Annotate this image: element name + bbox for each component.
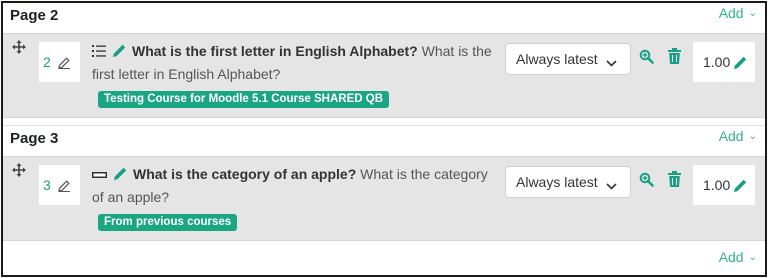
edit-question-icon[interactable] [113,166,128,185]
add-label: Add [718,5,744,21]
move-icon[interactable] [12,40,26,59]
question-slot: 3 What is the category of an apple? What… [3,156,765,241]
question-bank-badge: From previous courses [98,214,238,231]
multiple-choice-icon [92,43,106,61]
footer-add-row: Add ⌄ [3,243,765,269]
page-title: Page 2 [10,7,59,24]
question-slot: 2 What is the first letter in English Al… [3,33,765,118]
question-text-continued: first letter in English Alphabet? [92,66,281,82]
page-header-page-3: Page 3 Add ⌄ [3,125,765,152]
question-name[interactable]: What is the first letter in English Alph… [132,43,418,59]
trash-icon[interactable] [668,48,681,69]
page-header-page-2: Page 2 Add ⌄ [3,3,765,29]
preview-icon[interactable] [639,49,654,69]
add-label: Add [718,128,744,144]
chevron-down-icon [606,54,617,70]
chevron-down-icon: ⌄ [748,131,757,142]
move-icon[interactable] [12,163,26,182]
edit-number-icon[interactable] [57,179,71,196]
max-mark-box[interactable]: 1.00 [693,165,755,205]
question-text-continued: of an apple? [92,189,170,205]
add-label: Add [718,249,744,265]
add-menu-button[interactable]: Add ⌄ [719,5,757,21]
quiz-structure-panel: Page 2 Add ⌄ 2 What is the first letter i… [1,1,767,277]
page-title: Page 3 [10,130,59,147]
edit-mark-icon[interactable] [733,55,748,73]
max-mark: 1.00 [703,177,731,193]
question-text: What is the category [360,166,488,182]
version-value: Always latest [516,174,598,190]
add-menu-button[interactable]: Add ⌄ [719,249,757,265]
chevron-down-icon [606,177,617,193]
slot-number-box[interactable]: 3 [39,165,80,205]
slot-number: 2 [43,54,51,70]
version-value: Always latest [516,51,598,67]
add-menu-button[interactable]: Add ⌄ [719,128,757,144]
max-mark: 1.00 [703,54,731,70]
edit-number-icon[interactable] [57,56,71,73]
chevron-down-icon: ⌄ [748,252,757,263]
trash-icon[interactable] [668,171,681,192]
version-select[interactable]: Always latest [505,43,631,75]
question-text: What is the [421,43,492,59]
preview-icon[interactable] [639,172,654,192]
max-mark-box[interactable]: 1.00 [693,42,755,82]
question-name[interactable]: What is the category of an apple? [133,166,356,182]
true-false-icon [92,166,107,184]
question-line: What is the first letter in English Alph… [92,42,492,62]
question-line: What is the category of an apple? What i… [92,165,488,185]
edit-mark-icon[interactable] [733,178,748,196]
edit-question-icon[interactable] [112,43,127,62]
version-select[interactable]: Always latest [505,166,631,198]
slot-number: 3 [43,177,51,193]
slot-number-box[interactable]: 2 [39,42,80,82]
question-bank-badge: Testing Course for Moodle 5.1 Course SHA… [98,91,390,108]
chevron-down-icon: ⌄ [748,8,757,19]
